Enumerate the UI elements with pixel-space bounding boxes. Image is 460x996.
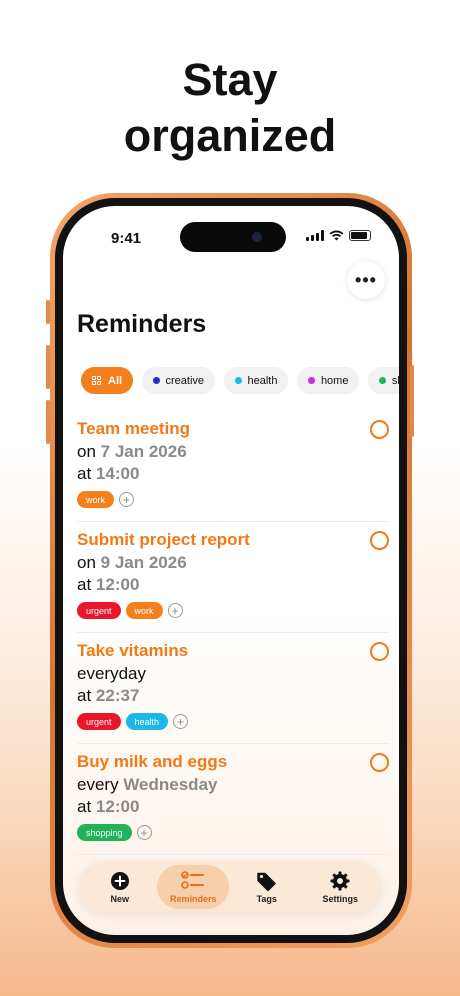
reminder-date-prefix: on (77, 553, 96, 572)
tab-label: Reminders (169, 893, 217, 904)
filter-chip-label: All (108, 374, 123, 387)
reminder-date-line: on 9 Jan 2026 (77, 553, 187, 573)
more-options-button[interactable]: ••• (347, 261, 385, 299)
reminders-list: Team meeting on 7 Jan 2026 at 14:00 work… (77, 411, 389, 855)
filter-chips: All creative health home sh (81, 367, 399, 397)
reminder-time: 14:00 (95, 464, 140, 483)
tag-work[interactable]: work (125, 602, 163, 619)
reminder-repeat-line: everyday (77, 664, 146, 684)
tag-urgent[interactable]: urgent (77, 602, 121, 619)
tab-reminders[interactable]: Reminders (157, 865, 230, 909)
reminder-time-prefix: at (77, 575, 92, 594)
tab-tags[interactable]: Tags (231, 865, 303, 909)
phone-frame: 9:41 ••• Reminders All creative health h… (50, 193, 412, 948)
headline-line-1: Stay (182, 54, 278, 105)
reminder-repeat-day: Wednesday (123, 775, 218, 794)
tab-settings[interactable]: Settings (304, 865, 376, 909)
action-button (46, 300, 50, 324)
color-dot-icon (234, 377, 242, 384)
add-tag-button[interactable]: + (119, 492, 135, 507)
reminder-repeat-prefix: every (77, 775, 119, 794)
reminder-tags: urgent work + (77, 602, 183, 619)
reminder-time-prefix: at (77, 686, 92, 705)
add-tag-button[interactable]: + (136, 825, 152, 840)
plus-circle-icon (110, 871, 130, 891)
ellipsis-icon: ••• (355, 269, 377, 290)
reminder-title: Buy milk and eggs (77, 752, 228, 771)
color-dot-icon (152, 377, 160, 384)
reminder-date: 7 Jan 2026 (100, 442, 187, 461)
reminder-date: 9 Jan 2026 (100, 553, 187, 572)
filter-chip-health[interactable]: health (223, 367, 289, 394)
reminder-time: 22:37 (95, 686, 140, 705)
gear-icon (330, 871, 350, 891)
tab-label: Tags (256, 893, 277, 904)
power-button (410, 365, 414, 437)
reminder-time-line: at 12:00 (77, 797, 139, 817)
filter-chip-shopping[interactable]: sh (367, 367, 399, 394)
complete-checkbox[interactable] (370, 642, 389, 661)
filter-chip-all[interactable]: All (81, 367, 134, 394)
reminder-date-prefix: on (77, 442, 96, 461)
add-tag-button[interactable]: + (173, 714, 189, 729)
app-screen: 9:41 ••• Reminders All creative health h… (63, 206, 399, 935)
reminder-time-line: at 14:00 (77, 464, 139, 484)
tab-label: Settings (322, 893, 358, 904)
camera-icon (252, 232, 262, 242)
filter-chip-creative[interactable]: creative (141, 367, 216, 394)
complete-checkbox[interactable] (370, 531, 389, 550)
dynamic-island (180, 222, 286, 252)
reminder-date-line: on 7 Jan 2026 (77, 442, 187, 462)
signal-icon (306, 230, 324, 241)
reminder-repeat-line: every Wednesday (77, 775, 217, 795)
headline-line-2: organized (123, 110, 337, 161)
page-title: Reminders (77, 310, 207, 338)
reminder-tags: work + (77, 491, 135, 508)
reminder-item[interactable]: Team meeting on 7 Jan 2026 at 14:00 work… (77, 411, 389, 522)
filter-chip-label: sh (391, 374, 399, 387)
reminder-time: 12:00 (95, 797, 140, 816)
reminder-title: Submit project report (77, 530, 250, 549)
tag-icon (256, 871, 278, 891)
reminder-item[interactable]: Buy milk and eggs every Wednesday at 12:… (77, 744, 389, 855)
reminder-title: Take vitamins (77, 641, 189, 660)
grid-icon (92, 376, 101, 385)
volume-up-button (46, 345, 50, 389)
reminder-tags: urgent health + (77, 713, 189, 730)
reminder-item[interactable]: Take vitamins everyday at 22:37 urgent h… (77, 633, 389, 744)
tab-new[interactable]: New (84, 865, 156, 909)
wifi-icon (329, 230, 344, 241)
filter-chip-label: home (320, 374, 349, 387)
complete-checkbox[interactable] (370, 420, 389, 439)
reminder-tags: shopping + (77, 824, 152, 841)
tag-health[interactable]: health (125, 713, 169, 730)
reminder-repeat: everyday (77, 664, 146, 683)
filter-chip-label: creative (165, 374, 205, 387)
status-time: 9:41 (111, 230, 142, 247)
reminder-time: 12:00 (95, 575, 140, 594)
reminder-time-line: at 22:37 (77, 686, 139, 706)
complete-checkbox[interactable] (370, 753, 389, 772)
status-icons (306, 230, 371, 241)
color-dot-icon (378, 377, 386, 384)
tab-label: New (110, 893, 129, 904)
reminder-time-prefix: at (77, 797, 92, 816)
reminder-item[interactable]: Submit project report on 9 Jan 2026 at 1… (77, 522, 389, 633)
reminder-title: Team meeting (77, 419, 191, 438)
color-dot-icon (307, 377, 315, 384)
tag-work[interactable]: work (77, 491, 115, 508)
reminder-time-line: at 12:00 (77, 575, 139, 595)
add-tag-button[interactable]: + (167, 603, 183, 618)
tag-urgent[interactable]: urgent (77, 713, 121, 730)
tag-shopping[interactable]: shopping (77, 824, 132, 841)
tab-bar: New Reminders Tags Settings (79, 861, 381, 913)
checklist-icon (181, 870, 205, 891)
battery-icon (349, 230, 371, 241)
filter-chip-home[interactable]: home (296, 367, 360, 394)
headline: Stay organized (0, 52, 460, 164)
reminder-time-prefix: at (77, 464, 92, 483)
filter-chip-label: health (247, 374, 278, 387)
volume-down-button (46, 400, 50, 444)
